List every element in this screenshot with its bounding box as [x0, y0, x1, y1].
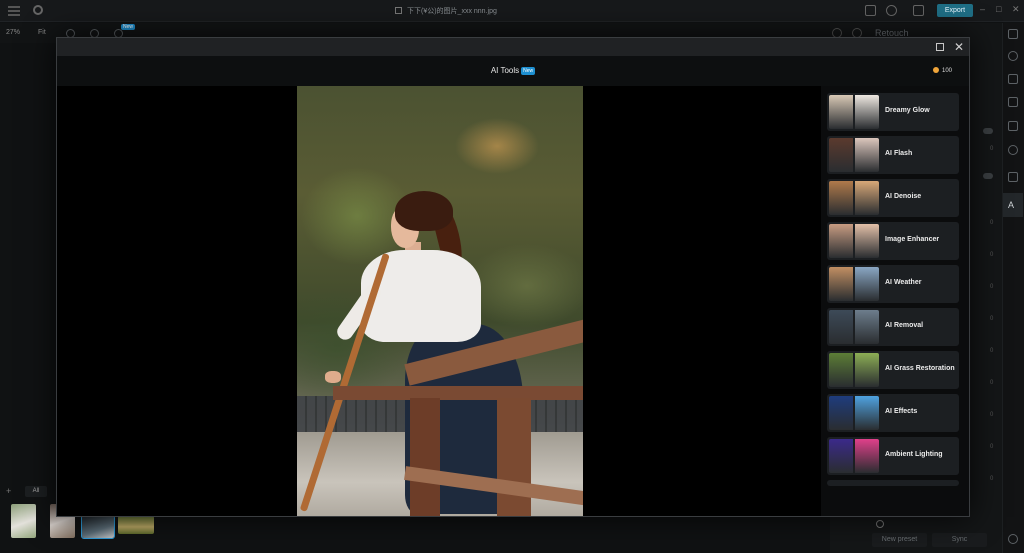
layers-icon[interactable]: [1008, 97, 1018, 107]
tool-thumbnail: [829, 310, 879, 344]
image-icon[interactable]: [1008, 74, 1018, 84]
tool-card-ai-weather[interactable]: AI Weather: [827, 265, 959, 303]
maximize-icon[interactable]: [936, 43, 944, 51]
adjust-icon[interactable]: [1008, 29, 1018, 39]
tool-card-ai-removal[interactable]: AI Removal: [827, 308, 959, 346]
tool-label: AI Denoise: [885, 193, 922, 200]
tool-label: AI Removal: [885, 322, 924, 329]
filter-all-button[interactable]: All: [25, 486, 47, 497]
tool-card-ai-effects[interactable]: AI Effects: [827, 394, 959, 432]
dialog-title: AI Tools New: [57, 66, 969, 75]
ai-tools-dialog: ✕ AI Tools New 100 Dreamy Glow AI Flash …: [56, 37, 970, 517]
history-icon[interactable]: [1008, 145, 1018, 155]
dialog-title-bar: ✕: [57, 38, 969, 56]
close-icon[interactable]: ✕: [1012, 4, 1020, 15]
value-readout: 0: [990, 146, 994, 152]
sync-button[interactable]: Sync: [932, 533, 987, 547]
file-name-text: 下下(¥公)的图片_xxx nnn.jpg: [407, 8, 497, 15]
tool-label: Dreamy Glow: [885, 107, 930, 114]
filmstrip-thumbnail-selected[interactable]: [81, 515, 115, 539]
tool-card-partial[interactable]: [827, 480, 959, 486]
credits-value: 100: [942, 68, 953, 74]
tool-label: Image Enhancer: [885, 236, 940, 243]
zoom-level[interactable]: 27%: [6, 29, 20, 36]
file-icon: [395, 7, 402, 14]
tool-label: AI Weather: [885, 279, 922, 286]
value-readout: 0: [990, 380, 994, 386]
toggle-switch[interactable]: [983, 173, 993, 179]
shop-icon[interactable]: [865, 5, 876, 16]
value-readout: 0: [990, 476, 994, 482]
filmstrip-thumbnail[interactable]: [118, 516, 154, 534]
export-button[interactable]: Export: [937, 4, 973, 17]
tool-label: AI Flash: [885, 150, 913, 157]
face-icon[interactable]: [1008, 51, 1018, 61]
ai-icon[interactable]: A: [1008, 200, 1018, 210]
tool-thumbnail: [829, 439, 879, 473]
tool-card-ai-grass-restoration[interactable]: AI Grass Restoration: [827, 351, 959, 389]
value-readout: 0: [990, 444, 994, 450]
account-icon[interactable]: [886, 5, 897, 16]
photo-preview: [297, 86, 583, 516]
tool-thumbnail: [829, 224, 879, 258]
help-icon[interactable]: [1008, 534, 1018, 544]
camera-icon[interactable]: [1008, 172, 1018, 182]
crop-icon[interactable]: [1008, 121, 1018, 131]
tool-thumbnail: [829, 95, 879, 129]
tool-label: AI Grass Restoration: [885, 365, 955, 372]
photo-canvas: [57, 86, 821, 516]
coin-icon: [933, 67, 939, 73]
dialog-title-text: AI Tools: [490, 66, 520, 75]
value-readout: 0: [990, 284, 994, 290]
close-icon[interactable]: ✕: [954, 39, 964, 55]
menu-icon[interactable]: [8, 6, 20, 16]
layout-icon[interactable]: [913, 5, 924, 16]
value-readout: 0: [990, 412, 994, 418]
tool-label: AI Effects: [885, 408, 918, 415]
fit-button[interactable]: Fit: [38, 29, 46, 36]
search-icon[interactable]: [33, 5, 43, 15]
maximize-icon[interactable]: □: [996, 4, 1001, 14]
tool-card-ai-denoise[interactable]: AI Denoise: [827, 179, 959, 217]
title-bar: 下下(¥公)的图片_xxx nnn.jpg Export – □ ✕: [0, 0, 1024, 22]
tool-thumbnail: [829, 267, 879, 301]
tool-card-image-enhancer[interactable]: Image Enhancer: [827, 222, 959, 260]
value-readout: 0: [990, 220, 994, 226]
tool-thumbnail: [829, 181, 879, 215]
new-badge: New: [521, 67, 536, 75]
tool-label: Ambient Lighting: [885, 451, 943, 458]
slider-handle[interactable]: [876, 520, 884, 528]
tool-thumbnail: [829, 353, 879, 387]
value-readout: 0: [990, 348, 994, 354]
new-preset-button[interactable]: New preset: [872, 533, 927, 547]
new-badge: New: [121, 24, 136, 30]
toggle-switch[interactable]: [983, 128, 993, 134]
add-photo-button[interactable]: +: [6, 486, 11, 496]
tool-thumbnail: [829, 138, 879, 172]
tool-card-ai-flash[interactable]: AI Flash: [827, 136, 959, 174]
tool-card-ambient-lighting[interactable]: Ambient Lighting: [827, 437, 959, 475]
value-readout: 0: [990, 316, 994, 322]
app-window: 下下(¥公)的图片_xxx nnn.jpg Export – □ ✕ 27% F…: [0, 0, 1024, 553]
filmstrip-thumbnail[interactable]: [11, 504, 36, 538]
tool-card-dreamy-glow[interactable]: Dreamy Glow: [827, 93, 959, 131]
minimize-icon[interactable]: –: [980, 4, 985, 14]
ai-tools-list: Dreamy Glow AI Flash AI Denoise Image En…: [821, 86, 969, 516]
value-readout: 0: [990, 252, 994, 258]
tool-thumbnail: [829, 396, 879, 430]
file-name: 下下(¥公)的图片_xxx nnn.jpg: [395, 6, 497, 16]
credits-balance[interactable]: 100: [933, 67, 952, 74]
